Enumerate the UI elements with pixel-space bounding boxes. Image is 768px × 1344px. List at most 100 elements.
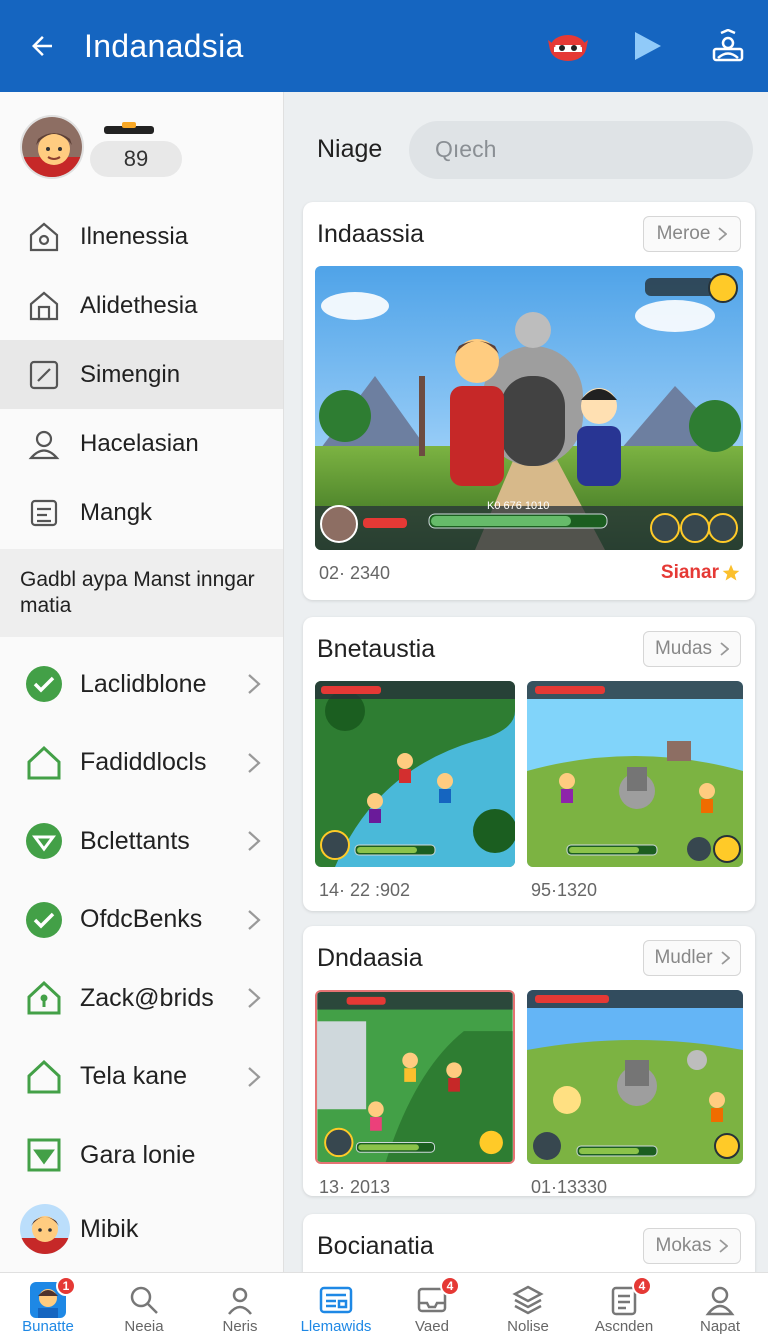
more-label: Mudas — [654, 638, 713, 659]
house-outline-icon — [24, 1057, 64, 1097]
down-box-icon — [24, 1135, 64, 1175]
more-label: Meroe — [656, 223, 711, 244]
mascot-icon — [548, 35, 588, 61]
category-item-fadiddlocls[interactable]: Fadiddlocls — [0, 724, 283, 803]
menu-item-mangk[interactable]: Mangk — [0, 478, 283, 547]
game-screenshot[interactable] — [315, 681, 515, 867]
nav-item-vaed[interactable]: 4 Vaed — [384, 1273, 480, 1344]
search-placeholder: Qıech — [435, 136, 497, 162]
person-icon — [24, 424, 64, 464]
arrow-left-icon — [32, 36, 52, 56]
rating-badge: Sianar — [661, 562, 741, 584]
nav-label: Llemawids — [300, 1318, 372, 1335]
game-screenshot[interactable]: K0 676 1010 — [315, 266, 743, 550]
game-screenshot[interactable] — [527, 990, 743, 1164]
home-lock-icon — [24, 978, 64, 1018]
profile-switch-button[interactable] — [688, 0, 768, 92]
edit-icon — [24, 355, 64, 395]
nav-label: Bunatte — [22, 1318, 74, 1335]
inbox-icon: 4 — [414, 1276, 460, 1318]
game-screenshot[interactable] — [527, 681, 743, 867]
search-label: Niage — [317, 135, 383, 163]
mascot-button[interactable] — [528, 0, 608, 92]
chevron-right-icon — [719, 1239, 729, 1253]
coin-balance: 89 — [90, 141, 182, 177]
card-date: 14· 22 :902 — [319, 879, 411, 900]
search-input[interactable]: Qıech — [409, 120, 753, 179]
nav-label: Napat — [699, 1318, 741, 1335]
more-button[interactable]: Meroe — [643, 216, 741, 252]
menu-item-ilnenessia[interactable]: Ilnenessia — [0, 202, 283, 271]
document-icon — [24, 493, 64, 533]
chevron-right-icon — [248, 674, 261, 695]
promo-banner[interactable]: Gadbl aypa Manst inngar matia — [0, 549, 283, 637]
sidebar-user[interactable]: Mibik — [0, 1192, 283, 1266]
category-item-tela-kane[interactable]: Tela kane — [0, 1038, 283, 1117]
check-circle-icon — [24, 664, 64, 704]
nav-item-napat[interactable]: Napat — [672, 1273, 768, 1344]
game-card[interactable]: Indaassia Meroe K0 676 1010 02· 2340 Sia… — [303, 202, 755, 600]
category-label: OfdcBenks — [80, 905, 203, 934]
menu-item-alidethesia[interactable]: Alidethesia — [0, 271, 283, 340]
more-button[interactable]: Mokas — [643, 1228, 741, 1264]
bottom-nav: 1 Bunatte Neeia Neris Llemawids 4 Vaed N… — [0, 1272, 768, 1344]
menu-item-simengin[interactable]: Simengin — [0, 340, 283, 409]
account-switch-icon — [712, 29, 744, 62]
category-item-gara-lonie[interactable]: Gara lonie — [0, 1116, 283, 1195]
notification-badge: 1 — [56, 1276, 76, 1296]
nav-label: Neeia — [124, 1318, 164, 1335]
nav-label: Vaed — [415, 1318, 449, 1335]
play-button[interactable] — [608, 0, 688, 92]
game-screenshot[interactable] — [315, 990, 515, 1164]
card-title: Dndaasia — [317, 943, 423, 972]
menu-item-hacelasian[interactable]: Hacelasian — [0, 409, 283, 478]
notification-badge: 4 — [632, 1276, 652, 1296]
card-date: 02· 2340 — [319, 562, 391, 583]
chevron-right-icon — [720, 642, 730, 656]
category-label: Gara lonie — [80, 1140, 196, 1169]
menu-item-label: Simengin — [80, 360, 181, 388]
more-label: Mudler — [654, 947, 713, 968]
sidebar-user-name: Mibik — [80, 1214, 139, 1243]
game-card[interactable]: Bocianatia Mokas — [303, 1214, 755, 1272]
chevron-right-icon — [248, 909, 261, 930]
nav-label: Nolise — [507, 1318, 549, 1335]
nav-item-neris[interactable]: Neris — [192, 1273, 288, 1344]
game-card[interactable]: Dndaasia Mudler 13· 2013 01·13330 — [303, 926, 755, 1196]
chevron-right-icon — [718, 227, 728, 241]
menu-item-label: Ilnenessia — [80, 222, 189, 250]
chevron-right-icon — [720, 951, 730, 965]
chevron-right-icon — [248, 831, 261, 852]
nav-item-llemawids[interactable]: Llemawids — [288, 1273, 384, 1344]
card-title: Bnetaustia — [317, 634, 436, 663]
category-item-zackbrids[interactable]: Zack@brids — [0, 959, 283, 1038]
nav-item-neeia[interactable]: Neeia — [96, 1273, 192, 1344]
card-date: 95·1320 — [531, 879, 598, 900]
category-item-laclidblone[interactable]: Laclidblone — [0, 645, 283, 724]
nav-label: Neris — [222, 1318, 258, 1335]
back-button[interactable] — [0, 0, 84, 92]
avatar — [20, 1204, 70, 1254]
nav-item-bunatte[interactable]: 1 Bunatte — [0, 1273, 96, 1344]
game-card[interactable]: Bnetaustia Mudas 14· 22:902 95·1320 — [303, 617, 755, 911]
category-label: Fadiddlocls — [80, 748, 207, 777]
card-date: 01·13330 — [531, 1176, 608, 1197]
avatar-icon: 1 — [30, 1276, 76, 1318]
card-title: Indaassia — [317, 219, 425, 248]
shield-down-icon — [24, 821, 64, 861]
nav-item-ascnden[interactable]: 4 Ascnden — [576, 1273, 672, 1344]
avatar[interactable] — [20, 115, 84, 179]
nav-item-nolise[interactable]: Nolise — [480, 1273, 576, 1344]
nav-label: Ascnden — [594, 1318, 654, 1335]
category-item-ofdcbenks[interactable]: OfdcBenks — [0, 881, 283, 960]
card-date: 13· 2013 — [319, 1176, 391, 1197]
search-icon — [126, 1282, 162, 1318]
more-button[interactable]: Mudas — [643, 631, 741, 667]
check-circle-icon — [24, 900, 64, 940]
more-button[interactable]: Mudler — [643, 940, 741, 976]
main-content: Niage Qıech Indaassia Meroe K0 676 1010 … — [285, 92, 768, 1272]
home-settings-icon — [24, 217, 64, 257]
category-item-bclettants[interactable]: Bclettants — [0, 802, 283, 881]
menu-item-label: Mangk — [80, 498, 153, 526]
chevron-right-icon — [248, 752, 261, 773]
